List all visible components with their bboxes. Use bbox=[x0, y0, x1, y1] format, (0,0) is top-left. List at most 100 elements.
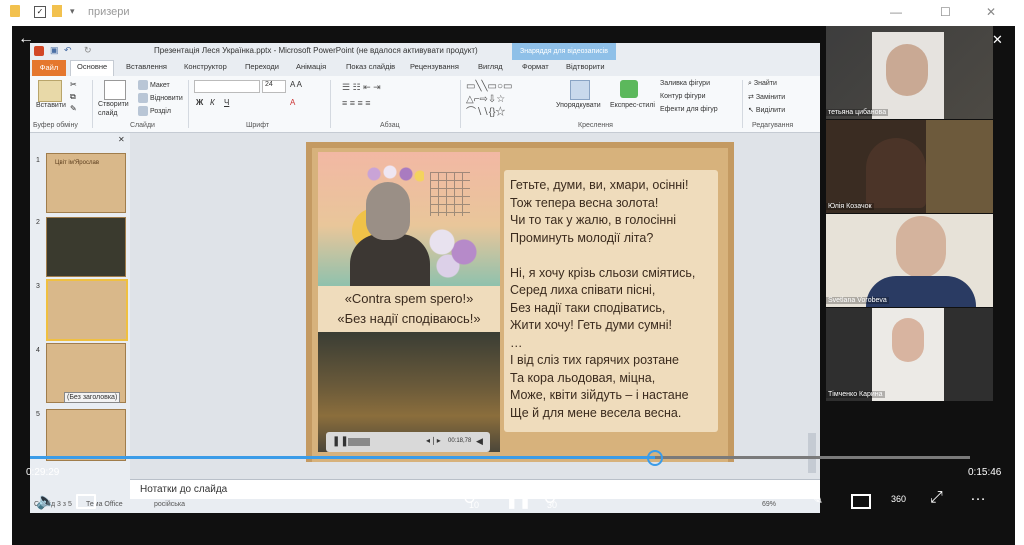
participant-tile-4[interactable]: Тімченко Карина bbox=[826, 308, 993, 401]
undo-icon[interactable]: ↶ bbox=[64, 45, 72, 56]
pen-icon[interactable]: ✎ bbox=[810, 489, 823, 509]
arrange-icon[interactable] bbox=[570, 80, 590, 100]
restore-icon bbox=[138, 93, 148, 103]
tab-view[interactable]: Вигляд bbox=[478, 62, 503, 71]
quick-styles-icon[interactable] bbox=[620, 80, 638, 98]
ribbon: Вставити ✂ ⧉ ✎ Буфер обміну Створити сла… bbox=[30, 76, 820, 133]
tab-review[interactable]: Рецензування bbox=[410, 62, 459, 71]
font-group-label: Шрифт bbox=[246, 122, 270, 129]
font-color-icon[interactable]: A bbox=[290, 98, 295, 107]
slide-thumbnail-1[interactable]: Цвіт ім'Ярослав bbox=[46, 153, 126, 213]
drawing-group-label: Креслення bbox=[578, 122, 613, 129]
copy-icon[interactable]: ⧉ bbox=[70, 92, 76, 102]
face-shape bbox=[366, 182, 410, 240]
font-family-select[interactable] bbox=[194, 80, 260, 93]
maximize-icon[interactable]: ☐ bbox=[940, 5, 951, 19]
poem-line: Ні, я хочу крізь сльози сміятись, bbox=[510, 265, 696, 280]
poem-line: Гетьте, думи, ви, хмари, осінні! bbox=[510, 178, 689, 192]
participant-tile-2[interactable]: Юлія Козачок bbox=[826, 120, 993, 213]
fullscreen-icon[interactable]: ⤢ bbox=[930, 489, 943, 507]
participant-tile-3[interactable]: Svetlana Vorobeva bbox=[826, 214, 993, 307]
checkbox-icon[interactable]: ✓ bbox=[34, 6, 46, 18]
vertical-scrollbar[interactable] bbox=[808, 433, 816, 473]
embedded-pause-icon[interactable]: ❚❚ bbox=[332, 436, 349, 447]
layout-button[interactable]: Макет bbox=[138, 80, 170, 90]
find-button[interactable]: ⌕ Знайти bbox=[748, 80, 777, 88]
save-icon[interactable]: ▣ bbox=[50, 45, 59, 56]
replace-label: Замінити bbox=[755, 94, 786, 101]
tab-home[interactable]: Основне bbox=[70, 60, 115, 77]
italic-icon[interactable]: К bbox=[210, 98, 215, 107]
paragraph-group-label: Абзац bbox=[380, 122, 400, 129]
restore-button[interactable]: Відновити bbox=[138, 93, 183, 103]
shape-fill-button[interactable]: Заливка фігури bbox=[660, 80, 710, 87]
minimize-icon[interactable]: — bbox=[890, 5, 902, 19]
shape-outline-button[interactable]: Контур фігури bbox=[660, 93, 705, 100]
tab-file[interactable]: Файл bbox=[32, 60, 66, 76]
embedded-volume-icon[interactable]: ◀ bbox=[476, 436, 483, 447]
more-options-icon[interactable]: … bbox=[970, 487, 986, 505]
participant-tile-1[interactable]: тетьяна цибанова bbox=[826, 26, 993, 119]
slide-thumbnail-2[interactable] bbox=[46, 217, 126, 277]
close-icon[interactable]: ✕ bbox=[986, 5, 996, 19]
underline-icon[interactable]: Ч bbox=[224, 98, 229, 107]
embedded-progress[interactable] bbox=[348, 438, 370, 446]
quick-access-dropdown-icon[interactable]: ▾ bbox=[70, 6, 75, 17]
seek-bar-thumb[interactable] bbox=[647, 450, 664, 466]
layout-label: Макет bbox=[149, 81, 170, 89]
mini-view-icon[interactable] bbox=[851, 494, 871, 509]
tab-insert[interactable]: Вставлення bbox=[126, 62, 167, 71]
vr-360-label[interactable]: 360 bbox=[891, 494, 906, 504]
ppt-title-bar: ▣ ↶ ↻ Презентація Леся Українка.pptx - M… bbox=[30, 43, 820, 60]
rewind-seconds: 10 bbox=[469, 500, 480, 510]
pause-icon[interactable]: ❚❚ bbox=[505, 490, 532, 510]
format-painter-icon[interactable]: ✎ bbox=[70, 104, 77, 113]
tab-animation[interactable]: Анімація bbox=[296, 62, 326, 71]
quote-textbox[interactable]: «Contra spem spero!» «Без надії сподіваю… bbox=[318, 286, 500, 332]
poem-line: Та кора льодовая, міцна, bbox=[510, 370, 656, 385]
group-divider bbox=[460, 80, 461, 128]
grow-font-icon[interactable]: A A bbox=[290, 80, 302, 89]
find-label: Знайти bbox=[753, 80, 777, 87]
status-zoom[interactable]: 69% bbox=[762, 501, 776, 508]
volume-icon[interactable]: 🔈 bbox=[36, 491, 56, 511]
captions-icon[interactable] bbox=[76, 494, 96, 509]
bullets-icon[interactable]: ☰ ☷ ⇤ ⇥ bbox=[342, 82, 381, 93]
select-button[interactable]: ↖ Виділити bbox=[748, 106, 785, 114]
slide-thumbnail-5[interactable] bbox=[46, 409, 126, 461]
slide-thumbnail-3[interactable] bbox=[46, 279, 128, 341]
tab-transitions[interactable]: Переходи bbox=[245, 62, 279, 71]
paste-button[interactable]: Вставити bbox=[36, 102, 66, 109]
tab-format[interactable]: Формат bbox=[522, 62, 549, 71]
bold-icon[interactable]: Ж bbox=[196, 98, 203, 107]
shape-effects-button[interactable]: Ефекти для фігур bbox=[660, 106, 718, 113]
poem-line: Ще й для мене весела весна. bbox=[510, 405, 682, 420]
tab-design[interactable]: Конструктор bbox=[184, 62, 227, 71]
paste-icon[interactable] bbox=[38, 80, 62, 102]
quote-latin: «Contra spem spero!» bbox=[344, 291, 474, 306]
select-icon: ↖ bbox=[748, 107, 754, 114]
section-label: Розділ bbox=[149, 107, 171, 115]
arrange-button[interactable]: Упорядкувати bbox=[556, 102, 601, 109]
tab-slideshow[interactable]: Показ слайдів bbox=[346, 62, 395, 71]
align-icon[interactable]: ≡ ≡ ≡ ≡ bbox=[342, 98, 371, 108]
slide-thumbnails-pane: ✕ 1 Цвіт ім'Ярослав 2 3 4 5 bbox=[30, 133, 131, 509]
video-tools-contextual-tab: Знаряддя для відеозаписів bbox=[512, 43, 616, 60]
embedded-step-icons[interactable]: ◂❘▸ bbox=[426, 436, 441, 445]
font-size-select[interactable]: 24 bbox=[262, 80, 286, 93]
tab-playback[interactable]: Відтворити bbox=[566, 62, 605, 71]
thumbnail-tooltip: (Без заголовка) bbox=[64, 392, 121, 403]
replace-button[interactable]: ⇄ Замінити bbox=[748, 93, 785, 101]
player-close-icon[interactable]: ✕ bbox=[992, 32, 1003, 48]
section-button[interactable]: Розділ bbox=[138, 106, 171, 116]
explorer-folder-title: призери bbox=[88, 6, 130, 18]
new-slide-icon[interactable] bbox=[104, 80, 126, 100]
layout-icon bbox=[138, 80, 148, 90]
close-pane-icon[interactable]: ✕ bbox=[118, 135, 125, 144]
redo-icon[interactable]: ↻ bbox=[84, 45, 92, 56]
shapes-gallery[interactable]: ▭╲╲▭○▭ △⌐⇨⇩☆ ⌒∖∖{}☆ bbox=[466, 80, 552, 120]
cut-icon[interactable]: ✂ bbox=[70, 80, 77, 89]
new-slide-button[interactable]: Створити слайд bbox=[98, 100, 134, 118]
quick-styles-button[interactable]: Експрес-стилі bbox=[610, 102, 655, 109]
folder-quick-icon[interactable] bbox=[52, 5, 62, 17]
